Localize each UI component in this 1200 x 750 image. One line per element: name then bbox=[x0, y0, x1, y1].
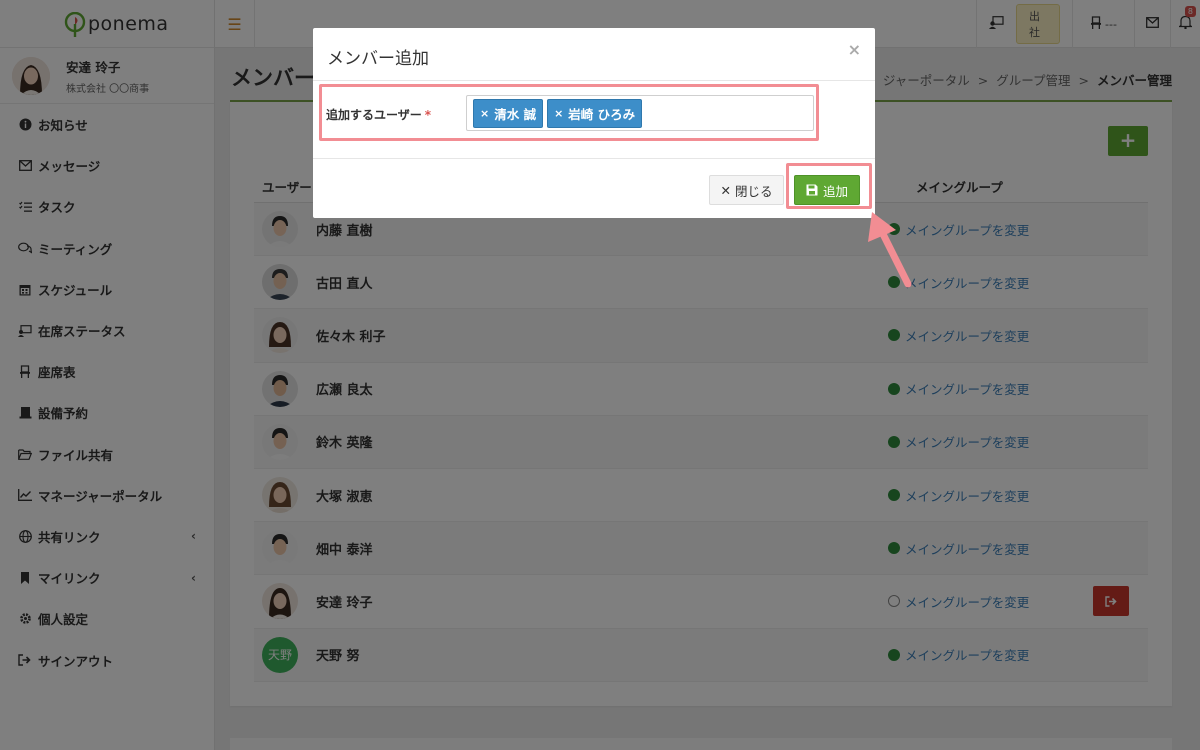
close-button[interactable]: ✕ 閉じる bbox=[709, 175, 784, 205]
pointer-arrow-icon bbox=[868, 212, 912, 288]
highlight-box-add-button bbox=[786, 163, 872, 209]
modal-title: メンバー追加 bbox=[327, 49, 429, 69]
modal-header: メンバー追加 × bbox=[313, 28, 875, 81]
close-icon[interactable]: × bbox=[848, 40, 861, 59]
close-button-label: 閉じる bbox=[734, 183, 773, 199]
highlight-box-users-field bbox=[319, 84, 819, 141]
close-x-icon: ✕ bbox=[720, 182, 731, 198]
